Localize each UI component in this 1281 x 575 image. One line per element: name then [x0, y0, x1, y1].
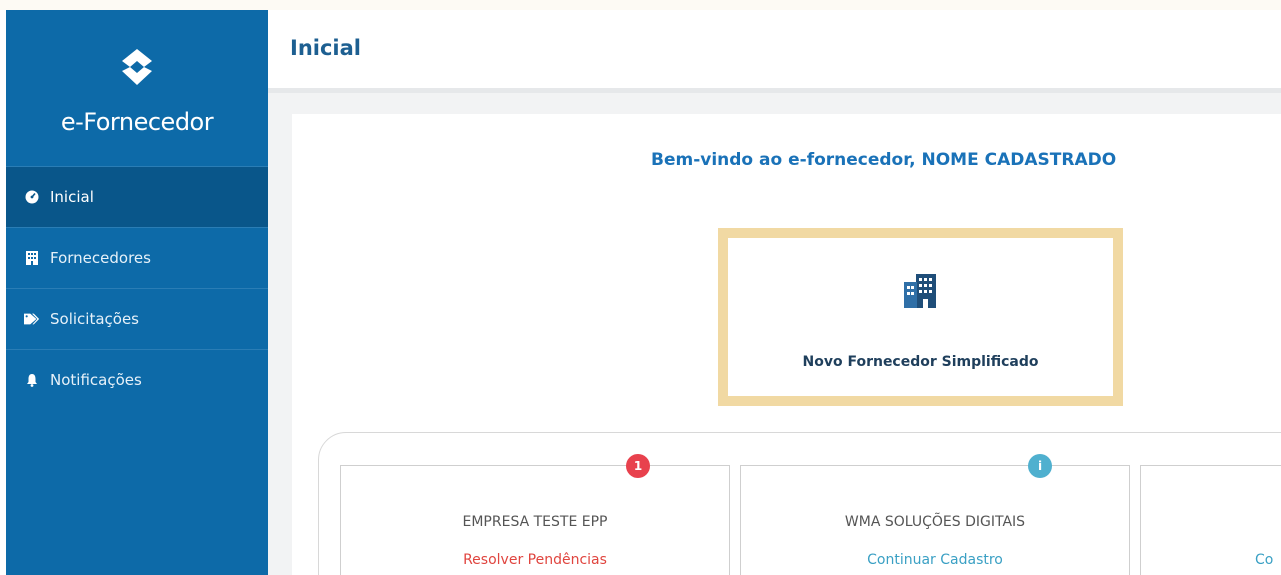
sidebar-item-label: Inicial	[50, 188, 94, 206]
sidebar-item-fornecedores[interactable]: Fornecedores	[6, 227, 268, 288]
welcome-message: Bem-vindo ao e-fornecedor, NOME CADASTRA…	[651, 150, 1117, 170]
sidebar-item-label: Solicitações	[50, 310, 139, 328]
sidebar-item-label: Fornecedores	[50, 249, 151, 267]
sidebar-nav: Inicial Fornecedores Solicitações Notifi…	[6, 166, 268, 410]
pending-count-badge: 1	[626, 454, 650, 478]
sidebar-item-solicitacoes[interactable]: Solicitações	[6, 288, 268, 349]
info-icon: i	[1028, 454, 1052, 478]
dashboard-icon	[24, 189, 40, 205]
brand[interactable]: e-Fornecedor	[6, 10, 268, 165]
building-icon	[904, 274, 936, 308]
sidebar-item-notificacoes[interactable]: Notificações	[6, 349, 268, 410]
new-supplier-card[interactable]: Novo Fornecedor Simplificado	[718, 228, 1123, 406]
building-icon	[24, 250, 40, 266]
tags-icon	[24, 311, 40, 327]
resolve-pending-link[interactable]: Resolver Pendências	[341, 552, 729, 568]
company-card[interactable]: EMPRESA TESTE EPP Resolver Pendências	[340, 465, 730, 575]
header: Inicial	[268, 10, 1281, 88]
company-name: EMPRESA TESTE EPP	[462, 514, 608, 530]
continue-registration-link[interactable]: Continuar Cadastro	[741, 552, 1129, 568]
logo-icon	[122, 49, 152, 85]
new-supplier-label: Novo Fornecedor Simplificado	[802, 354, 1039, 370]
company-card[interactable]: WMA SOLUÇÕES DIGITAIS Continuar Cadastro	[740, 465, 1130, 575]
page-title: Inicial	[290, 36, 361, 60]
sidebar: e-Fornecedor Inicial Fornecedores Solici…	[6, 10, 268, 575]
bell-icon	[24, 372, 40, 388]
sidebar-item-inicial[interactable]: Inicial	[6, 166, 268, 227]
sidebar-item-label: Notificações	[50, 371, 142, 389]
company-card[interactable]: Co	[1140, 465, 1281, 575]
continue-registration-link[interactable]: Co	[1255, 552, 1281, 568]
top-strip	[0, 0, 1281, 10]
company-name: WMA SOLUÇÕES DIGITAIS	[844, 514, 1026, 530]
brand-name: e-Fornecedor	[60, 108, 214, 136]
